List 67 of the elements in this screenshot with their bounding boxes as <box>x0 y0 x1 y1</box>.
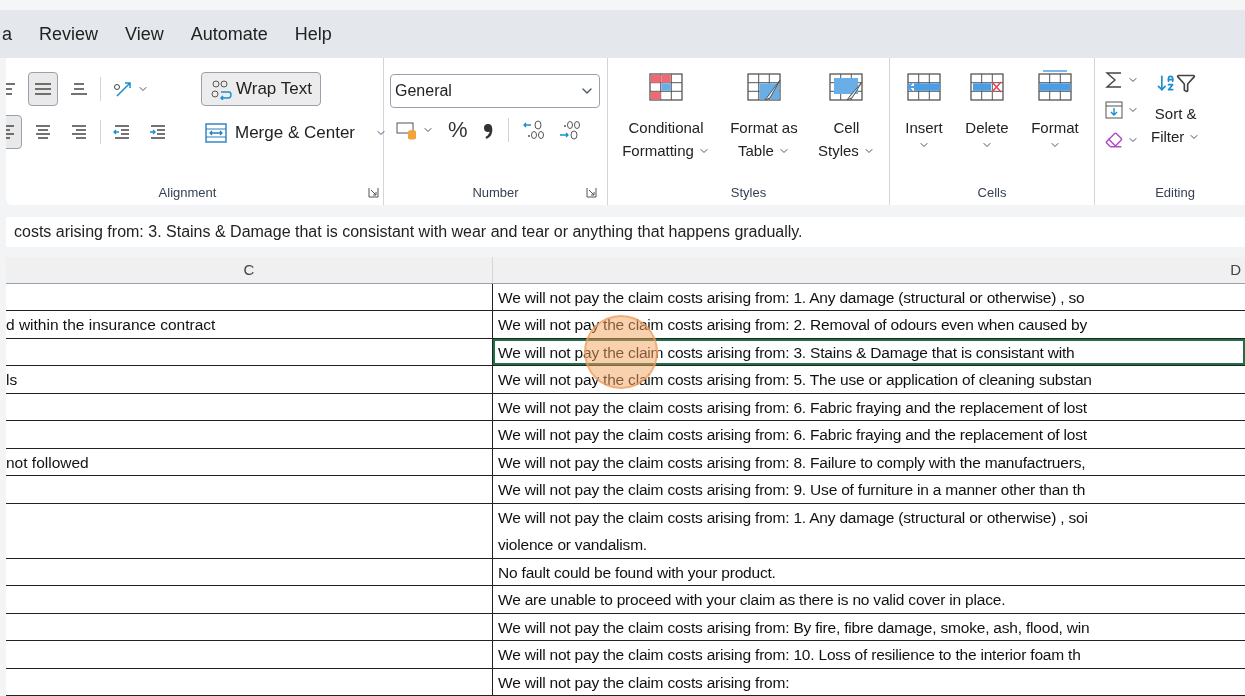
cells-button[interactable]: Format <box>1031 70 1079 151</box>
decrease-decimal-icon <box>558 119 581 141</box>
cell-brush-icon <box>828 70 865 102</box>
table-cell[interactable]: We will not pay the claim costs arising from: 1. Any damage (structural or otherwise) , soi violence or vandalism. <box>493 503 1245 558</box>
column-header[interactable]: C <box>6 257 493 283</box>
table-brush-icon <box>745 70 782 102</box>
indent-increase-icon <box>148 122 168 142</box>
table-cell[interactable]: We will not pay the claim costs arising from: 6. Fabric fraying and the replacement of lost <box>493 393 1245 420</box>
cells-button[interactable]: Insert <box>905 70 943 151</box>
wrap-text-icon <box>210 78 232 100</box>
table-cell[interactable]: We will not pay the claim costs arising from: 10. Loss of resilience to the interior foam th <box>493 641 1245 668</box>
increase-decimal-icon <box>522 119 545 141</box>
align-bottom-icon <box>69 83 89 95</box>
text-orientation-icon <box>111 79 133 99</box>
menu-tab[interactable]: View <box>125 20 164 48</box>
table-cell-text: ls <box>6 370 18 390</box>
group-label: Cells <box>977 184 1007 203</box>
number-format-dropdown[interactable]: General <box>390 74 600 108</box>
format-cells-icon <box>1036 70 1073 102</box>
conditional-format-icon <box>648 70 684 102</box>
group-label: Alignment <box>158 184 217 203</box>
fill-down-icon <box>1105 101 1123 119</box>
table-cell[interactable]: We will not pay the claim costs arising from: By fire, fibre damage, smoke, ash, flood, win <box>493 613 1245 640</box>
column-header[interactable]: D <box>493 257 1245 283</box>
vertical-align-button[interactable] <box>28 72 58 106</box>
percent-style-button[interactable]: % <box>448 119 468 141</box>
wrap-text-button[interactable]: Wrap Text <box>201 72 321 106</box>
merge-cells-icon <box>205 122 227 144</box>
fill-button[interactable] <box>1105 98 1139 122</box>
increase-decimal-button[interactable] <box>522 119 545 141</box>
table-cell-text: not followed <box>6 452 89 473</box>
menu-tab[interactable]: Review <box>39 20 99 48</box>
group-label: Editing <box>1155 184 1195 203</box>
table-cell[interactable]: We will not pay the claim costs arising from: 3. Stains & Damage that is consistant with <box>493 338 1245 365</box>
currency-coins-icon <box>396 120 418 140</box>
align-middle-icon <box>33 83 53 95</box>
cells-button[interactable]: Delete <box>965 70 1009 151</box>
style-button[interactable]: Conditional Formatting <box>622 70 710 162</box>
table-cell[interactable]: We will not pay the claim costs arising from: 9. Use of furniture in a manner other than th <box>493 476 1245 503</box>
style-button[interactable]: Format as Table <box>730 70 798 162</box>
menu-tab[interactable]: Automate <box>190 20 268 48</box>
table-cell[interactable]: We will not pay the claim costs arising from: 5. The use or application of cleaning substan <box>493 366 1245 393</box>
table-cell[interactable]: We will not pay the claim costs arising from: 8. Failure to comply with the manufactruers, <box>493 448 1245 475</box>
dialog-launcher-icon[interactable] <box>586 187 597 198</box>
table-cell[interactable]: We are unable to proceed with your claim as there is no valid cover in place. <box>493 586 1245 613</box>
sort-filter-button[interactable]: Sort & Filter <box>1151 68 1201 152</box>
style-button[interactable]: Cell Styles <box>817 70 875 162</box>
dialog-launcher-icon[interactable] <box>368 187 379 198</box>
align-right-icon <box>69 122 89 142</box>
indent-decrease-icon <box>112 122 132 142</box>
menu-tab[interactable]: Help <box>294 20 332 48</box>
eraser-icon <box>1105 131 1123 149</box>
table-cell[interactable]: We will not pay the claim costs arising from: 6. Fabric fraying and the replacement of lost <box>493 421 1245 448</box>
group-label: Number <box>472 184 519 203</box>
decrease-decimal-button[interactable] <box>558 119 581 141</box>
table-cell[interactable]: We will not pay the claim costs arising from: <box>493 668 1245 695</box>
table-cell[interactable]: No fault could be found with your product. <box>493 558 1245 585</box>
delete-cells-icon <box>969 70 1005 102</box>
table-cell[interactable]: We will not pay the claim costs arising from: 2. Removal of odours even when caused by <box>493 311 1245 338</box>
table-cell[interactable]: We will not pay the claim costs arising from: 1. Any damage (structural or otherwise) , so <box>493 283 1245 310</box>
sigma-icon <box>1105 70 1123 90</box>
merge-center-button[interactable]: Merge & Center <box>201 116 391 150</box>
table-cell-text: d within the insurance contract <box>6 315 216 335</box>
insert-cells-icon <box>906 70 942 102</box>
align-center-icon <box>33 122 53 142</box>
group-label: Styles <box>730 184 767 203</box>
menu-tab[interactable]: a <box>2 20 12 48</box>
